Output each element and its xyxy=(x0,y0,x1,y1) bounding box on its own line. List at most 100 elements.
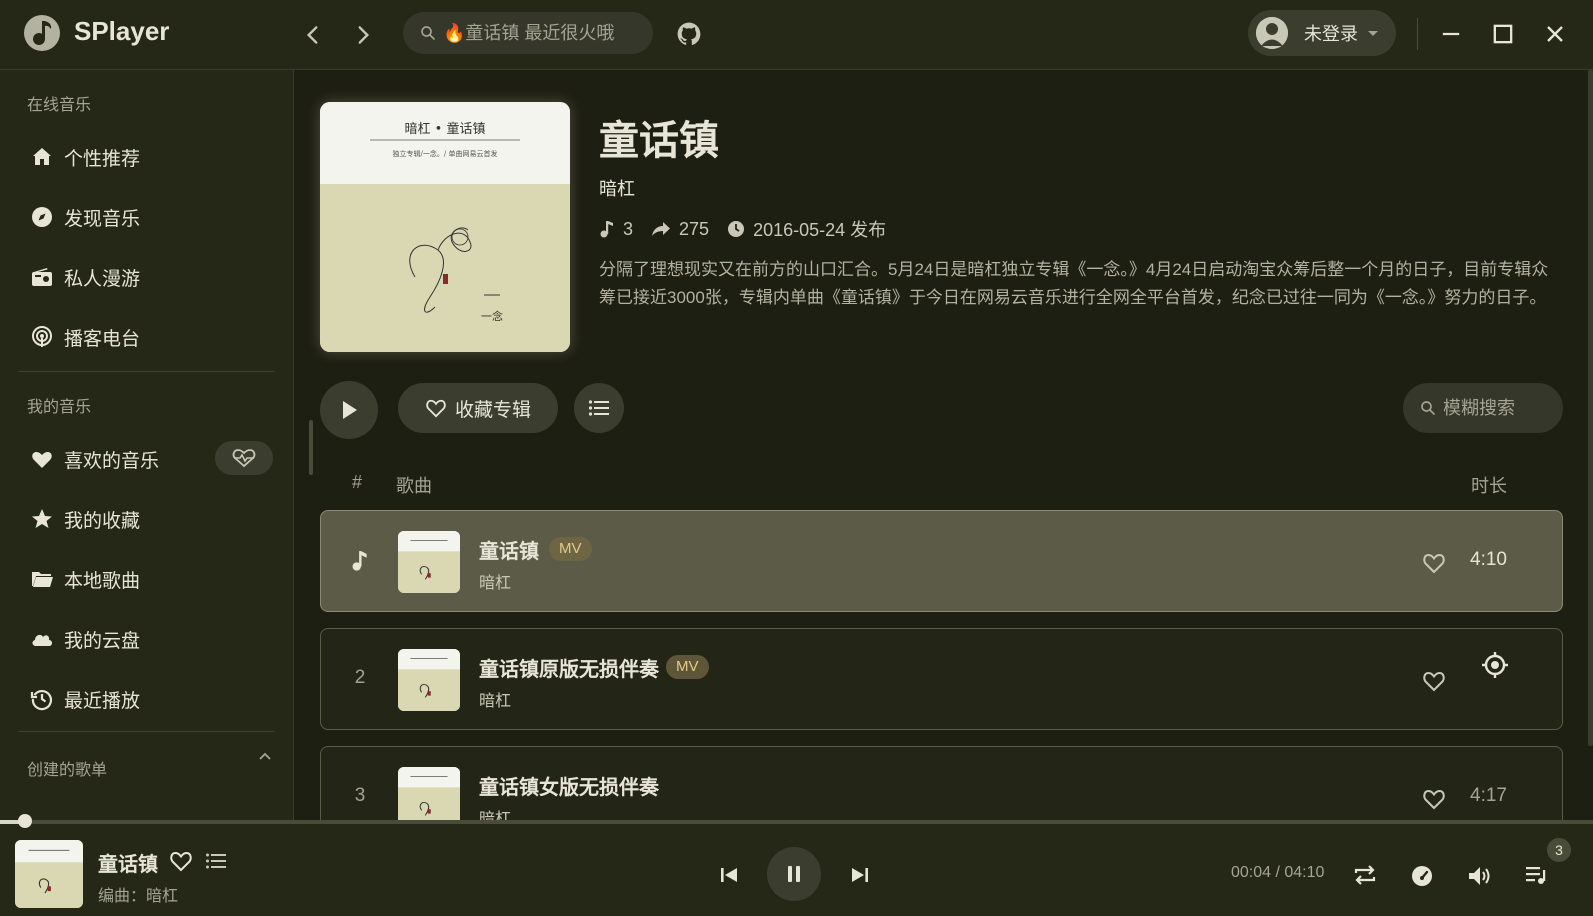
player-song-title[interactable]: 童话镇 xyxy=(98,848,158,877)
release-date: 2016-05-24 发布 xyxy=(727,216,886,242)
heart-icon xyxy=(32,452,52,468)
like-icon[interactable] xyxy=(1422,787,1446,811)
star-icon xyxy=(32,509,52,528)
volume-icon[interactable] xyxy=(1466,864,1492,888)
close-icon[interactable] xyxy=(1541,20,1569,48)
play-icon xyxy=(343,401,357,419)
list-icon xyxy=(588,400,609,416)
sidebar-item-recommend[interactable]: 个性推荐 xyxy=(18,133,274,181)
favorite-album-button[interactable]: 收藏专辑 xyxy=(398,383,558,433)
chevron-left-icon[interactable] xyxy=(300,22,326,48)
like-icon[interactable] xyxy=(1422,669,1446,693)
playing-note-icon xyxy=(352,551,367,571)
column-header-duration: 时长 xyxy=(1471,476,1507,496)
music-note-logo-icon xyxy=(24,15,60,51)
locate-current-icon[interactable] xyxy=(1480,650,1510,680)
song-row[interactable]: 2 童话镇原版无损伴奏 MV 暗杠 xyxy=(320,628,1563,730)
progress-track[interactable] xyxy=(0,820,1593,824)
mv-badge[interactable]: MV xyxy=(666,655,709,679)
sidebar-divider xyxy=(18,731,274,732)
song-artist[interactable]: 暗杠 xyxy=(479,687,511,711)
song-cover-art xyxy=(398,649,460,711)
share-icon xyxy=(652,222,671,236)
avatar xyxy=(1256,17,1288,49)
song-row[interactable]: 童话镇 MV 暗杠 4:10 xyxy=(320,510,1563,612)
sidebar-item-discover[interactable]: 发现音乐 xyxy=(18,193,274,241)
podcast-icon xyxy=(32,326,52,347)
fuzzy-search-input[interactable] xyxy=(1443,397,1553,419)
add-to-playlist-icon[interactable] xyxy=(205,850,227,872)
global-search[interactable] xyxy=(403,12,653,54)
player-like-icon[interactable] xyxy=(169,849,193,873)
song-thumbnail xyxy=(398,531,460,593)
song-index: 2 xyxy=(354,667,366,688)
main-scrollbar[interactable] xyxy=(1588,70,1593,746)
release-date-value: 2016-05-24 发布 xyxy=(753,220,887,240)
sidebar-item-collection[interactable]: 我的收藏 xyxy=(18,495,274,543)
sidebar-item-label: 发现音乐 xyxy=(64,208,141,230)
pause-icon xyxy=(788,866,800,882)
album-cover-art: 暗杠 • 童话镇 独立专辑/一念。/ 单曲网易云首发 一念 xyxy=(320,102,570,352)
song-thumbnail xyxy=(398,767,460,823)
album-cover: 暗杠 • 童话镇 独立专辑/一念。/ 单曲网易云首发 一念 xyxy=(320,102,570,352)
repeat-icon[interactable] xyxy=(1352,864,1378,886)
speed-icon[interactable] xyxy=(1410,864,1434,888)
more-options-button[interactable] xyxy=(574,383,624,433)
maximize-icon[interactable] xyxy=(1489,20,1517,48)
heartbeat-mode-button[interactable] xyxy=(215,441,273,475)
favorite-album-label: 收藏专辑 xyxy=(454,399,531,421)
clock-icon xyxy=(728,221,745,237)
song-artist[interactable]: 暗杠 xyxy=(479,569,511,593)
album-artist-link[interactable]: 暗杠 xyxy=(599,175,635,201)
svg-text:一念: 一念 xyxy=(481,309,503,323)
mv-badge[interactable]: MV xyxy=(549,537,592,561)
track-count-value: 3 xyxy=(623,218,634,239)
minimize-icon[interactable] xyxy=(1437,20,1465,48)
previous-track-icon[interactable] xyxy=(718,864,740,886)
svg-text:独立专辑/一念。/ 单曲网易云首发: 独立专辑/一念。/ 单曲网易云首发 xyxy=(393,149,498,158)
search-input[interactable] xyxy=(443,22,633,44)
github-icon[interactable] xyxy=(676,21,702,47)
sidebar-item-label: 本地歌曲 xyxy=(64,570,141,592)
sidebar-header-online: 在线音乐 xyxy=(27,97,92,114)
folder-icon xyxy=(32,572,53,587)
song-title: 童话镇女版无损伴奏 xyxy=(479,777,659,799)
playlist-queue-icon[interactable] xyxy=(1524,864,1548,886)
song-index: 3 xyxy=(354,785,366,806)
song-thumbnail xyxy=(398,649,460,711)
play-all-button[interactable] xyxy=(320,381,378,439)
heart-outline-icon xyxy=(426,399,446,418)
search-icon xyxy=(1421,401,1435,415)
column-header-song: 歌曲 xyxy=(396,476,432,496)
sidebar-item-recent[interactable]: 最近播放 xyxy=(18,675,274,723)
sidebar-item-podcast[interactable]: 播客电台 xyxy=(18,313,274,361)
like-icon[interactable] xyxy=(1422,551,1446,575)
song-cover-art xyxy=(398,767,460,823)
queue-count-badge: 3 xyxy=(1547,838,1571,862)
cloud-icon xyxy=(32,634,52,646)
chevron-up-icon[interactable] xyxy=(256,748,274,766)
share-count: 275 xyxy=(651,219,709,240)
home-icon xyxy=(33,148,51,165)
player-cover-art xyxy=(15,840,83,908)
song-title: 童话镇 xyxy=(479,541,539,563)
next-track-icon[interactable] xyxy=(849,864,871,886)
history-icon xyxy=(30,690,53,711)
play-pause-button[interactable] xyxy=(767,847,821,901)
sidebar-header-playlists: 创建的歌单 xyxy=(27,762,108,779)
user-menu[interactable]: 未登录 xyxy=(1248,10,1396,56)
sidebar-item-label: 私人漫游 xyxy=(64,268,141,290)
song-cover-art xyxy=(398,531,460,593)
sidebar-item-label: 我的收藏 xyxy=(64,510,141,532)
sidebar-item-personal-fm[interactable]: 私人漫游 xyxy=(18,253,274,301)
fuzzy-search[interactable] xyxy=(1403,383,1563,433)
chevron-right-icon[interactable] xyxy=(350,22,376,48)
caret-down-icon xyxy=(1368,31,1378,36)
song-row[interactable]: 3 童话镇女版无损伴奏 暗杠 4:17 xyxy=(320,746,1563,823)
player-cover[interactable] xyxy=(15,840,83,908)
album-description[interactable]: 分隔了理想现实又在前方的山口汇合。5月24日是暗杠独立专辑《一念。》4月24日启… xyxy=(599,256,1549,312)
sidebar-item-local[interactable]: 本地歌曲 xyxy=(18,555,274,603)
sidebar-header-my-music: 我的音乐 xyxy=(27,399,92,416)
sidebar-item-cloud[interactable]: 我的云盘 xyxy=(18,615,274,663)
sidebar-item-label: 播客电台 xyxy=(64,328,141,350)
